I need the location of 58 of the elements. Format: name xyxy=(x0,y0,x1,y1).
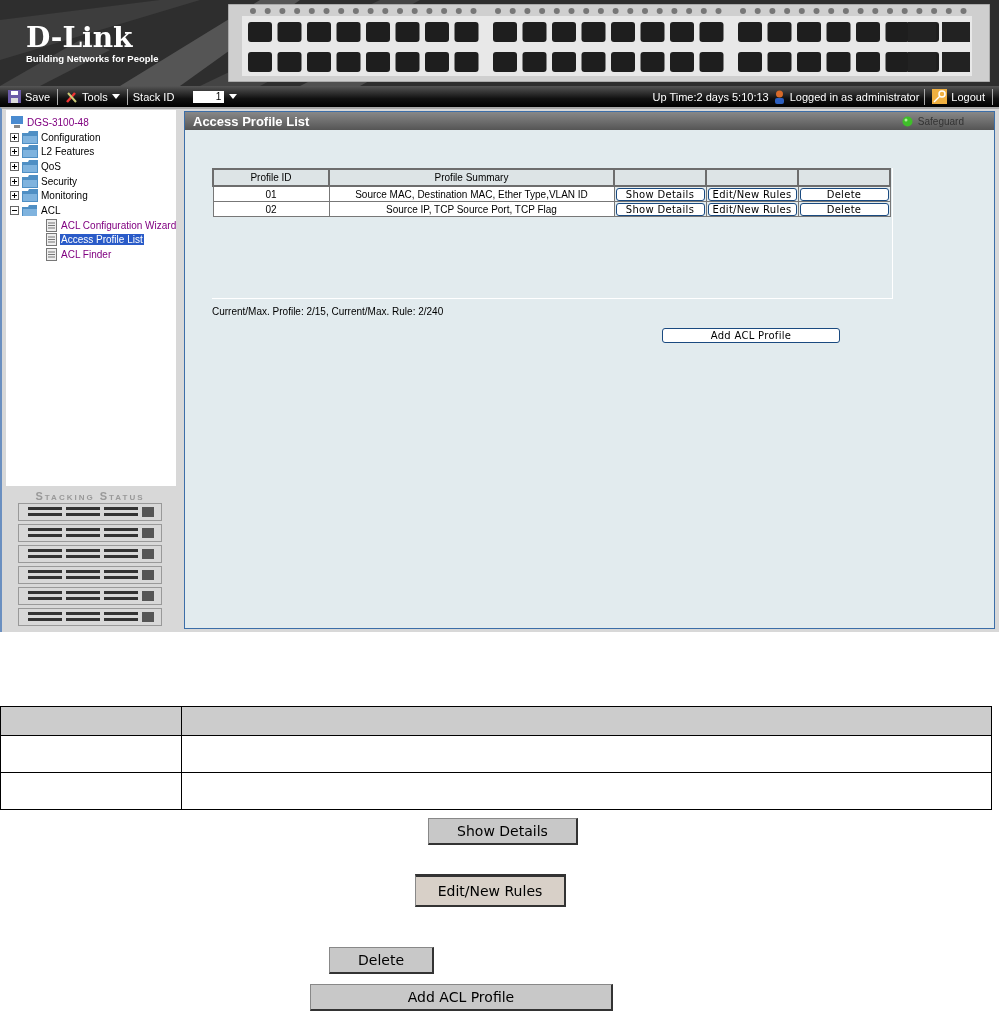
folder-icon xyxy=(22,203,38,217)
document-icon xyxy=(46,218,57,232)
tree-item[interactable]: ACL Configuration Wizard xyxy=(60,219,178,231)
tree-item[interactable]: Security xyxy=(41,175,78,187)
column-header: Profile Summary xyxy=(329,169,614,186)
folder-icon xyxy=(22,174,38,188)
tree-item[interactable]: L2 Features xyxy=(41,146,95,158)
document-icon xyxy=(46,248,57,262)
tree-item[interactable]: Monitoring xyxy=(41,190,88,202)
sample-button[interactable]: Add ACL Profile xyxy=(310,984,613,1011)
stack-id-label: Stack ID xyxy=(132,90,175,103)
tree-item[interactable]: Access Profile List xyxy=(60,234,144,246)
add-profile-button[interactable]: Add ACL Profile xyxy=(662,328,840,343)
tree-item[interactable]: QoS xyxy=(41,160,61,172)
folder-icon xyxy=(22,189,38,203)
panel-title: Access Profile List xyxy=(193,113,310,129)
expand-icon[interactable] xyxy=(10,161,19,171)
counts-text: Current/Max. Profile: 2/15, Current/Max. Rule: 2/240 xyxy=(212,306,445,317)
sample-button[interactable]: Delete xyxy=(329,947,434,974)
tree-item[interactable]: Configuration xyxy=(41,131,101,143)
expand-icon[interactable] xyxy=(10,132,19,142)
safeguard-label: Safeguard xyxy=(917,115,964,127)
tree-item[interactable]: ACL xyxy=(41,204,61,216)
computer-icon xyxy=(10,115,24,130)
collapse-icon[interactable] xyxy=(10,205,19,215)
expand-icon[interactable] xyxy=(10,147,19,157)
row-action-button[interactable]: Show Details xyxy=(615,202,705,216)
sample-button[interactable]: Show Details xyxy=(428,818,578,845)
sample-button[interactable]: Edit/New Rules xyxy=(415,874,566,907)
expand-icon[interactable] xyxy=(10,191,19,201)
caret-icon xyxy=(229,93,238,100)
tree-item[interactable]: DGS-3100-48 xyxy=(27,116,89,128)
stack-id-field[interactable]: 1 xyxy=(193,90,225,103)
user-icon xyxy=(773,89,785,104)
tools-menu[interactable]: Tools xyxy=(63,90,122,103)
row-action-button[interactable]: Show Details xyxy=(615,187,705,201)
caret-icon xyxy=(111,93,120,100)
tree-item[interactable]: ACL Finder xyxy=(60,249,113,261)
expand-icon[interactable] xyxy=(10,176,19,186)
save-button[interactable]: Save xyxy=(6,90,53,103)
tagline: Building Networks for People xyxy=(26,52,160,64)
document-icon xyxy=(46,233,57,247)
row-action-button[interactable]: Delete xyxy=(799,187,889,201)
key-icon xyxy=(932,89,948,104)
row-action-button[interactable]: Edit/New Rules xyxy=(707,187,797,201)
folder-icon xyxy=(22,130,38,144)
row-action-button[interactable]: Delete xyxy=(799,202,889,216)
folder-icon xyxy=(22,159,38,173)
row-action-button[interactable]: Edit/New Rules xyxy=(707,202,797,216)
logout-button[interactable]: Logout xyxy=(930,89,987,104)
logo: D-Link xyxy=(26,22,134,53)
status-light-icon xyxy=(901,115,913,127)
stacking-status-title: Stacking Status xyxy=(35,490,145,502)
folder-icon xyxy=(22,145,38,159)
tools-icon xyxy=(65,90,79,103)
uptime-text: Up Time:2 days 5:10:13 xyxy=(652,90,769,103)
column-header: Profile ID xyxy=(213,169,329,186)
login-status: Logged in as administrator xyxy=(789,90,920,103)
